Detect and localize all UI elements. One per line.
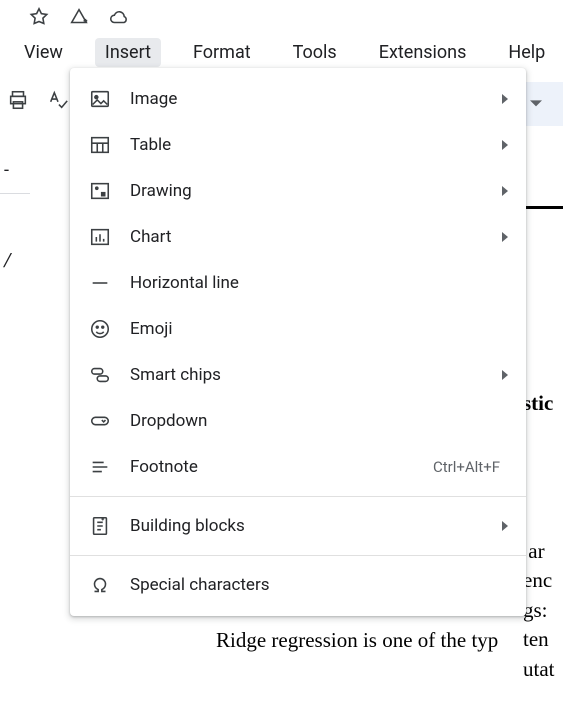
menu-item-label: Chart (130, 227, 502, 247)
menu-item-horizontal-line[interactable]: Horizontal line (70, 260, 526, 306)
document-text-fragment: Ridge regression is one of the typ (216, 628, 498, 653)
menu-item-building-blocks[interactable]: Building blocks (70, 503, 526, 549)
menu-tools[interactable]: Tools (283, 38, 347, 67)
menu-item-footnote[interactable]: Footnote Ctrl+Alt+F (70, 444, 526, 490)
title-bar-icons (0, 0, 563, 32)
menu-insert[interactable]: Insert (95, 38, 161, 67)
menu-item-shortcut: Ctrl+Alt+F (433, 458, 500, 476)
submenu-arrow-icon (502, 521, 508, 531)
menu-divider (70, 496, 526, 497)
footnote-icon (88, 455, 112, 479)
print-icon[interactable] (2, 84, 34, 116)
menu-item-label: Footnote (130, 457, 433, 477)
omega-icon (88, 573, 112, 597)
menu-help[interactable]: Help (498, 38, 555, 67)
menu-bar: View Insert Format Tools Extensions Help (0, 32, 563, 73)
menu-item-label: Smart chips (130, 365, 502, 385)
menu-item-label: Horizontal line (130, 273, 508, 293)
menu-item-label: Image (130, 89, 502, 109)
cloud-icon[interactable] (108, 6, 130, 32)
menu-item-label: Special characters (130, 575, 508, 595)
table-icon (88, 133, 112, 157)
chevron-down-icon (530, 98, 542, 110)
emoji-icon (88, 317, 112, 341)
outline-panel-fragment: - / (0, 160, 28, 271)
buildingblocks-icon (88, 514, 112, 538)
menu-item-special-characters[interactable]: Special characters (70, 562, 526, 608)
menu-item-table[interactable]: Table (70, 122, 526, 168)
menu-item-label: Drawing (130, 181, 502, 201)
menu-item-emoji[interactable]: Emoji (70, 306, 526, 352)
menu-item-image[interactable]: Image (70, 76, 526, 122)
menu-format[interactable]: Format (183, 38, 261, 67)
hline-icon (88, 271, 112, 295)
menu-view[interactable]: View (14, 38, 73, 67)
menu-item-smart-chips[interactable]: Smart chips (70, 352, 526, 398)
insert-menu-dropdown: Image Table Drawing Chart Horizontal lin… (70, 68, 526, 616)
menu-extensions[interactable]: Extensions (369, 38, 477, 67)
image-icon (88, 87, 112, 111)
menu-item-label: Emoji (130, 319, 508, 339)
version-add-icon[interactable] (68, 6, 90, 32)
menu-item-label: Building blocks (130, 516, 502, 536)
menu-item-label: Table (130, 135, 502, 155)
submenu-arrow-icon (502, 370, 508, 380)
submenu-arrow-icon (502, 232, 508, 242)
submenu-arrow-icon (502, 94, 508, 104)
submenu-arrow-icon (502, 186, 508, 196)
menu-divider (70, 555, 526, 556)
star-icon[interactable] (28, 6, 50, 32)
dropdown-icon (88, 409, 112, 433)
menu-item-drawing[interactable]: Drawing (70, 168, 526, 214)
chart-icon (88, 225, 112, 249)
document-text-fragment: stic ar enc gs: ten utat (523, 330, 563, 713)
drawing-icon (88, 179, 112, 203)
menu-item-label: Dropdown (130, 411, 508, 431)
menu-item-chart[interactable]: Chart (70, 214, 526, 260)
menu-item-dropdown[interactable]: Dropdown (70, 398, 526, 444)
smartchips-icon (88, 363, 112, 387)
submenu-arrow-icon (502, 140, 508, 150)
